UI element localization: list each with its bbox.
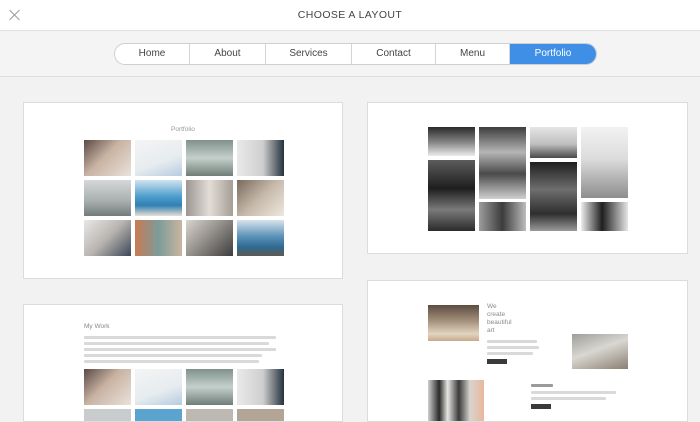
category-tabs: Home About Services Contact Menu Portfol… xyxy=(114,43,597,65)
text-placeholder-line xyxy=(531,391,616,394)
text-placeholder-line xyxy=(487,346,539,349)
text-placeholder-line xyxy=(487,352,533,355)
tab-home[interactable]: Home xyxy=(115,44,190,64)
thumbnail-image xyxy=(530,127,577,158)
thumbnail-image xyxy=(186,409,233,421)
thumbnail-image xyxy=(479,127,526,199)
thumbnail-image xyxy=(135,140,182,176)
thumbnail-image xyxy=(428,127,475,156)
thumbnail-image xyxy=(237,369,284,405)
layout-heading: My Work xyxy=(84,323,110,330)
thumbnail-image xyxy=(186,369,233,405)
thumbnail-image xyxy=(84,369,131,405)
layout-card-feature[interactable]: We create beautiful art xyxy=(367,280,688,422)
thumbnail-image xyxy=(428,380,484,421)
thumbnail-image xyxy=(237,180,284,216)
layout-card-my-work[interactable]: My Work xyxy=(23,304,343,422)
button-placeholder xyxy=(487,359,507,364)
text-placeholder-line xyxy=(84,360,259,363)
feature-heading-line: create xyxy=(487,311,506,318)
text-placeholder-line xyxy=(84,336,276,339)
thumbnail-image xyxy=(572,334,628,369)
thumbnail-image xyxy=(135,180,182,216)
thumbnail-image xyxy=(581,127,628,198)
text-placeholder-line xyxy=(487,340,537,343)
tab-contact[interactable]: Contact xyxy=(352,44,436,64)
layout-card-grid-portfolio[interactable]: Portfolio xyxy=(23,102,343,279)
dialog-title: CHOOSE A LAYOUT xyxy=(297,9,403,21)
feature-heading-line: beautiful xyxy=(487,319,512,326)
feature-heading-line: We xyxy=(487,303,497,310)
category-tab-bar: Home About Services Contact Menu Portfol… xyxy=(0,32,700,77)
thumbnail-image xyxy=(479,202,526,231)
tab-about[interactable]: About xyxy=(190,44,266,64)
thumbnail-image xyxy=(84,140,131,176)
thumbnail-image xyxy=(428,160,475,231)
thumbnail-image xyxy=(135,409,182,421)
tab-services[interactable]: Services xyxy=(266,44,352,64)
thumbnail-image xyxy=(530,162,577,231)
feature-heading-line: art xyxy=(487,327,495,334)
text-placeholder-line xyxy=(531,397,606,400)
thumbnail-image xyxy=(237,140,284,176)
thumbnail-image xyxy=(186,220,233,256)
layout-heading: Portfolio xyxy=(171,126,195,133)
button-placeholder xyxy=(531,404,551,409)
thumbnail-image xyxy=(581,202,628,231)
thumbnail-image xyxy=(84,180,131,216)
thumbnail-image xyxy=(186,180,233,216)
thumbnail-image xyxy=(135,220,182,256)
top-bar: CHOOSE A LAYOUT xyxy=(0,0,700,31)
thumbnail-image xyxy=(135,369,182,405)
thumbnail-image xyxy=(186,140,233,176)
thumbnail-image xyxy=(428,305,479,341)
text-placeholder-line xyxy=(84,342,269,345)
tab-portfolio[interactable]: Portfolio xyxy=(510,44,596,64)
tab-menu[interactable]: Menu xyxy=(436,44,510,64)
layout-card-mosaic[interactable] xyxy=(367,102,688,254)
text-placeholder-line xyxy=(84,348,276,351)
text-placeholder-line xyxy=(531,384,553,387)
thumbnail-image xyxy=(237,220,284,256)
text-placeholder-line xyxy=(84,354,262,357)
thumbnail-image xyxy=(237,409,284,421)
thumbnail-image xyxy=(84,220,131,256)
thumbnail-image xyxy=(84,409,131,421)
